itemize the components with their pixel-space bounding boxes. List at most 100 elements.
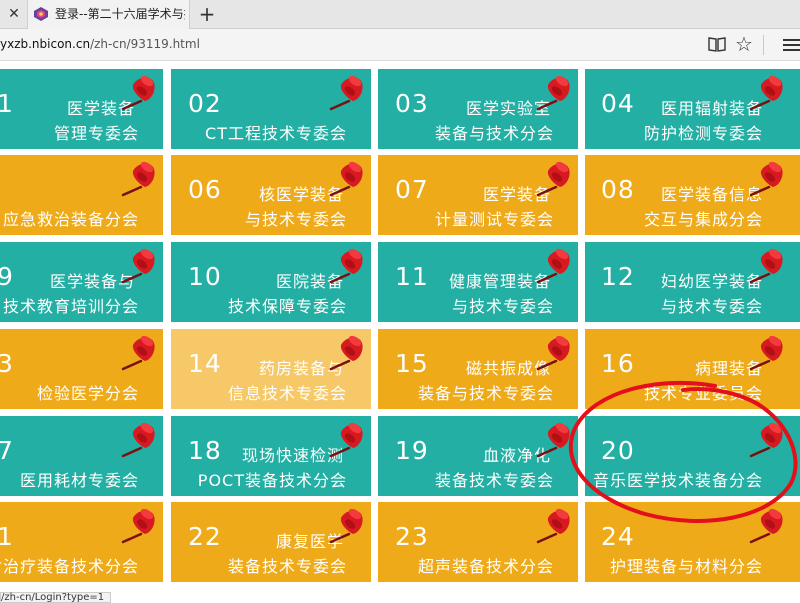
- tile-number: 10: [188, 262, 222, 291]
- committee-tile-1[interactable]: 1 医学装备 管理专委会: [0, 69, 163, 149]
- tile-title-line2: 信息技术专委会: [227, 384, 347, 403]
- pushpin-icon: [327, 418, 367, 458]
- committee-tile-15[interactable]: 15 磁共振成像 装备与技术专委会: [378, 329, 578, 409]
- site-favicon-icon: [34, 7, 48, 21]
- pushpin-icon: [747, 71, 787, 111]
- tile-title-line2: CT工程技术专委会: [205, 124, 347, 143]
- committee-tile-16[interactable]: 16 病理装备 技术专业委员会: [585, 329, 800, 409]
- tile-title-line2: 应急救治装备分会: [2, 210, 139, 229]
- tile-title-line2: 音乐医学技术装备分会: [592, 471, 763, 490]
- tile-title-line2: POCT装备技术分会: [197, 471, 347, 490]
- tile-title-line2: 装备与技术专委会: [417, 384, 554, 403]
- tile-number: 02: [188, 89, 222, 118]
- tile-number: 11: [395, 262, 429, 291]
- tile-title-line2: 装备与技术分会: [434, 124, 554, 143]
- tile-title-line2: 装备技术专委会: [434, 471, 554, 490]
- committee-tile-23[interactable]: 23 超声装备技术分会: [378, 502, 578, 582]
- tile-title-line2: 与技术专委会: [451, 297, 554, 316]
- committee-tile-2[interactable]: 02 CT工程技术专委会: [171, 69, 371, 149]
- pushpin-icon: [119, 331, 159, 371]
- pushpin-icon: [327, 331, 367, 371]
- tile-title-line2: 医用耗材专委会: [19, 471, 139, 490]
- pushpin-icon: [747, 157, 787, 197]
- reading-view-icon[interactable]: [708, 36, 726, 52]
- tab-title: 登录--第二十六届学术与技: [55, 7, 185, 21]
- tile-title-line2: 管理专委会: [53, 124, 139, 143]
- committee-tile-3[interactable]: 03 医学实验室 装备与技术分会: [378, 69, 578, 149]
- committee-tile-19[interactable]: 19 血液净化 装备技术专委会: [378, 416, 578, 496]
- tile-number: 22: [188, 522, 222, 551]
- tile-number: 08: [601, 175, 635, 204]
- pushpin-icon: [327, 157, 367, 197]
- pushpin-icon: [119, 71, 159, 111]
- status-url: /zh-cn/Login?type=1: [0, 592, 112, 603]
- committee-tile-11[interactable]: 11 健康管理装备 与技术专委会: [378, 242, 578, 322]
- tile-number: 1: [0, 522, 14, 551]
- tile-title-line2: 交互与集成分会: [643, 210, 763, 229]
- committee-tile-5[interactable]: 应急救治装备分会: [0, 155, 163, 235]
- committee-tile-18[interactable]: 18 现场快速检测 POCT装备技术分会: [171, 416, 371, 496]
- tile-number: 07: [395, 175, 429, 204]
- committee-tile-4[interactable]: 04 医用辐射装备 防护检测专委会: [585, 69, 800, 149]
- menu-icon[interactable]: [783, 39, 800, 51]
- pushpin-icon: [534, 504, 574, 544]
- url-host: yxzb.nbicon.cn: [0, 37, 91, 51]
- tile-number: 3: [0, 349, 14, 378]
- committee-tile-10[interactable]: 10 医院装备 技术保障专委会: [171, 242, 371, 322]
- committee-tile-9[interactable]: 9 医学装备与 技术教育培训分会: [0, 242, 163, 322]
- committee-tile-8[interactable]: 08 医学装备信息 交互与集成分会: [585, 155, 800, 235]
- favorite-star-icon[interactable]: ☆: [734, 33, 754, 55]
- pushpin-icon: [747, 504, 787, 544]
- tile-number: 24: [601, 522, 635, 551]
- committee-tile-22[interactable]: 22 康复医学 装备技术专委会: [171, 502, 371, 582]
- pushpin-icon: [534, 71, 574, 111]
- committee-tile-21[interactable]: 1 放射治疗装备技术分会: [0, 502, 163, 582]
- tile-number: 03: [395, 89, 429, 118]
- pushpin-icon: [534, 157, 574, 197]
- committee-tile-17[interactable]: 7 医用耗材专委会: [0, 416, 163, 496]
- tile-number: 7: [0, 436, 14, 465]
- tile-title-line2: 计量测试专委会: [434, 210, 554, 229]
- tile-number: 06: [188, 175, 222, 204]
- url-path: /zh-cn/93119.html: [90, 37, 200, 51]
- toolbar-divider: [763, 35, 764, 55]
- address-bar: yxzb.nbicon.cn/zh-cn/93119.html ☆: [0, 29, 800, 61]
- pushpin-icon: [747, 331, 787, 371]
- pushpin-icon: [119, 244, 159, 284]
- tile-title-line2: 超声装备技术分会: [417, 557, 554, 576]
- url-field[interactable]: yxzb.nbicon.cn/zh-cn/93119.html: [0, 29, 200, 61]
- tile-number: 12: [601, 262, 635, 291]
- tile-number: 1: [0, 89, 14, 118]
- committee-tile-7[interactable]: 07 医学装备 计量测试专委会: [378, 155, 578, 235]
- committee-tile-6[interactable]: 06 核医学装备 与技术专委会: [171, 155, 371, 235]
- pushpin-icon: [747, 244, 787, 284]
- tile-title-line2: 放射治疗装备技术分会: [0, 557, 139, 576]
- tile-number: 15: [395, 349, 429, 378]
- tile-title-line2: 检验医学分会: [36, 384, 139, 403]
- pushpin-icon: [327, 244, 367, 284]
- committee-tile-12[interactable]: 12 妇幼医学装备 与技术专委会: [585, 242, 800, 322]
- tile-title-line2: 技术保障专委会: [227, 297, 347, 316]
- tile-title-line2: 与技术专委会: [244, 210, 347, 229]
- tab-strip: ✕ 登录--第二十六届学术与技 +: [0, 0, 800, 29]
- pushpin-icon: [119, 157, 159, 197]
- tile-title-line2: 技术专业委员会: [643, 384, 763, 403]
- committee-tile-13[interactable]: 3 检验医学分会: [0, 329, 163, 409]
- tile-number: 04: [601, 89, 635, 118]
- committee-tile-14[interactable]: 14 药房装备与 信息技术专委会: [171, 329, 371, 409]
- tile-number: 18: [188, 436, 222, 465]
- pushpin-icon: [327, 71, 367, 111]
- browser-tab[interactable]: 登录--第二十六届学术与技: [27, 0, 190, 29]
- tile-number: 16: [601, 349, 635, 378]
- pushpin-icon: [534, 244, 574, 284]
- committee-tile-20[interactable]: 20 音乐医学技术装备分会: [585, 416, 800, 496]
- new-tab-button[interactable]: +: [196, 2, 218, 26]
- tile-title-line2: 装备技术专委会: [227, 557, 347, 576]
- committee-tile-24[interactable]: 24 护理装备与材料分会: [585, 502, 800, 582]
- tile-number: 19: [395, 436, 429, 465]
- pushpin-icon: [534, 331, 574, 371]
- tile-title-line2: 技术教育培训分会: [2, 297, 139, 316]
- tile-number: 23: [395, 522, 429, 551]
- pushpin-icon: [327, 504, 367, 544]
- close-tab-icon[interactable]: ✕: [6, 5, 22, 23]
